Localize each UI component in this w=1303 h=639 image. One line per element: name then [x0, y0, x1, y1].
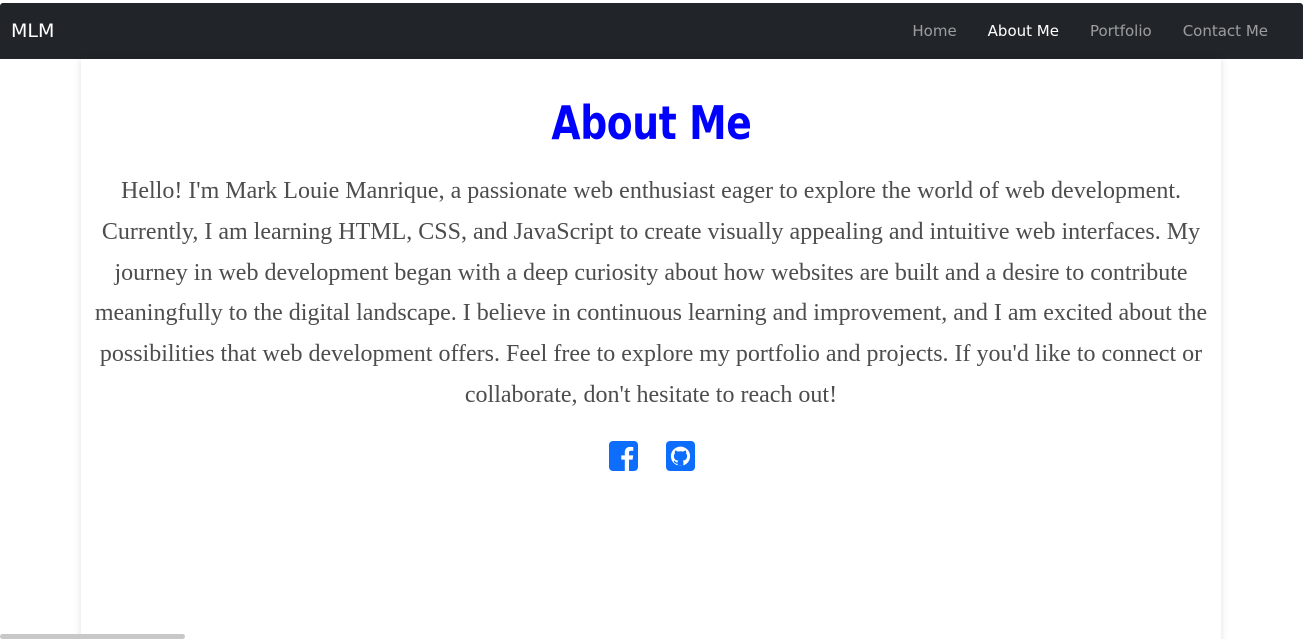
horizontal-scrollbar[interactable] [0, 634, 185, 639]
github-icon [665, 441, 695, 471]
nav-link-portfolio[interactable]: Portfolio [1090, 22, 1152, 40]
github-link[interactable] [665, 441, 695, 471]
brand-logo[interactable]: MLM [11, 3, 54, 59]
nav-link-home[interactable]: Home [912, 22, 956, 40]
facebook-icon [608, 441, 638, 471]
nav-links: Home About Me Portfolio Contact Me [912, 3, 1268, 59]
nav-link-about-me[interactable]: About Me [988, 22, 1059, 40]
facebook-link[interactable] [608, 441, 638, 471]
navbar: MLM Home About Me Portfolio Contact Me [0, 3, 1303, 59]
social-links [0, 441, 1303, 471]
nav-link-contact-me[interactable]: Contact Me [1183, 22, 1268, 40]
page-title: About Me [551, 96, 752, 150]
bio-text: Hello! I'm Mark Louie Manrique, a passio… [94, 178, 1208, 408]
